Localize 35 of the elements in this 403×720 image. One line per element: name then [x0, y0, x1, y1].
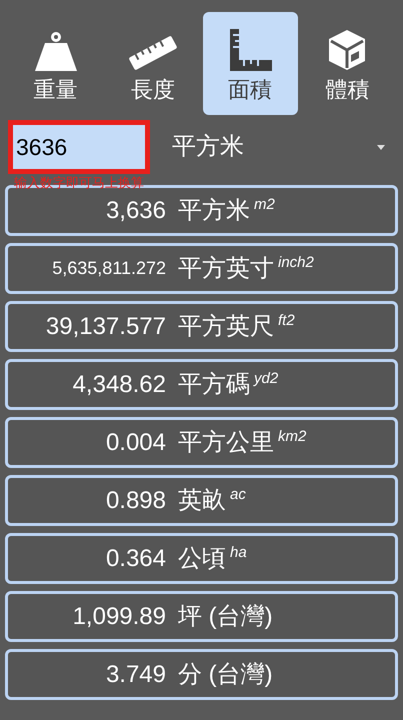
unit-name: 平方公里 [178, 428, 274, 458]
result-value: 0.898 [104, 486, 166, 516]
result-value: 3,636 [104, 196, 166, 226]
unit-name: 平方米 [178, 196, 250, 226]
unit-name: 平方英寸 [178, 254, 274, 284]
box-icon [327, 29, 368, 71]
unit-name: 英畝 [178, 486, 226, 516]
unit-symbol: m2 [254, 195, 275, 215]
unit-dropdown[interactable]: 平方米 [172, 120, 385, 174]
caret-icon [377, 144, 385, 150]
result-value: 0.364 [104, 544, 166, 574]
unit-symbol: ha [230, 543, 247, 563]
area-ruler-icon [228, 29, 272, 71]
unit-symbol: km2 [278, 427, 306, 447]
unit-name: 平方碼 [178, 370, 250, 400]
number-input[interactable]: 3636 [8, 120, 150, 174]
result-value: 39,137.577 [44, 312, 166, 342]
unit-symbol: ac [230, 485, 246, 505]
unit-symbol: inch2 [278, 253, 314, 273]
result-value: 4,348.62 [72, 370, 166, 400]
unit-name: 公頃 [178, 544, 226, 574]
result-value: 3.749 [104, 660, 166, 690]
category-tab[interactable]: 長度 [105, 12, 200, 115]
unit-name: 分 (台灣) [178, 660, 273, 690]
result-value: 1,099.89 [72, 602, 166, 632]
unit-symbol: ft2 [278, 311, 295, 331]
unit-symbol: yd2 [254, 369, 278, 389]
weight-icon [32, 31, 79, 71]
category-tab[interactable]: 體積 [300, 12, 395, 115]
result-value: 0.004 [104, 428, 166, 458]
category-tab[interactable]: 重量 [8, 12, 104, 115]
unit-name: 平方英尺 [178, 312, 274, 342]
category-tab[interactable]: 面積 [202, 12, 298, 115]
result-value: 5,635,811.272 [51, 257, 166, 280]
unit-name: 坪 (台灣) [178, 602, 273, 632]
